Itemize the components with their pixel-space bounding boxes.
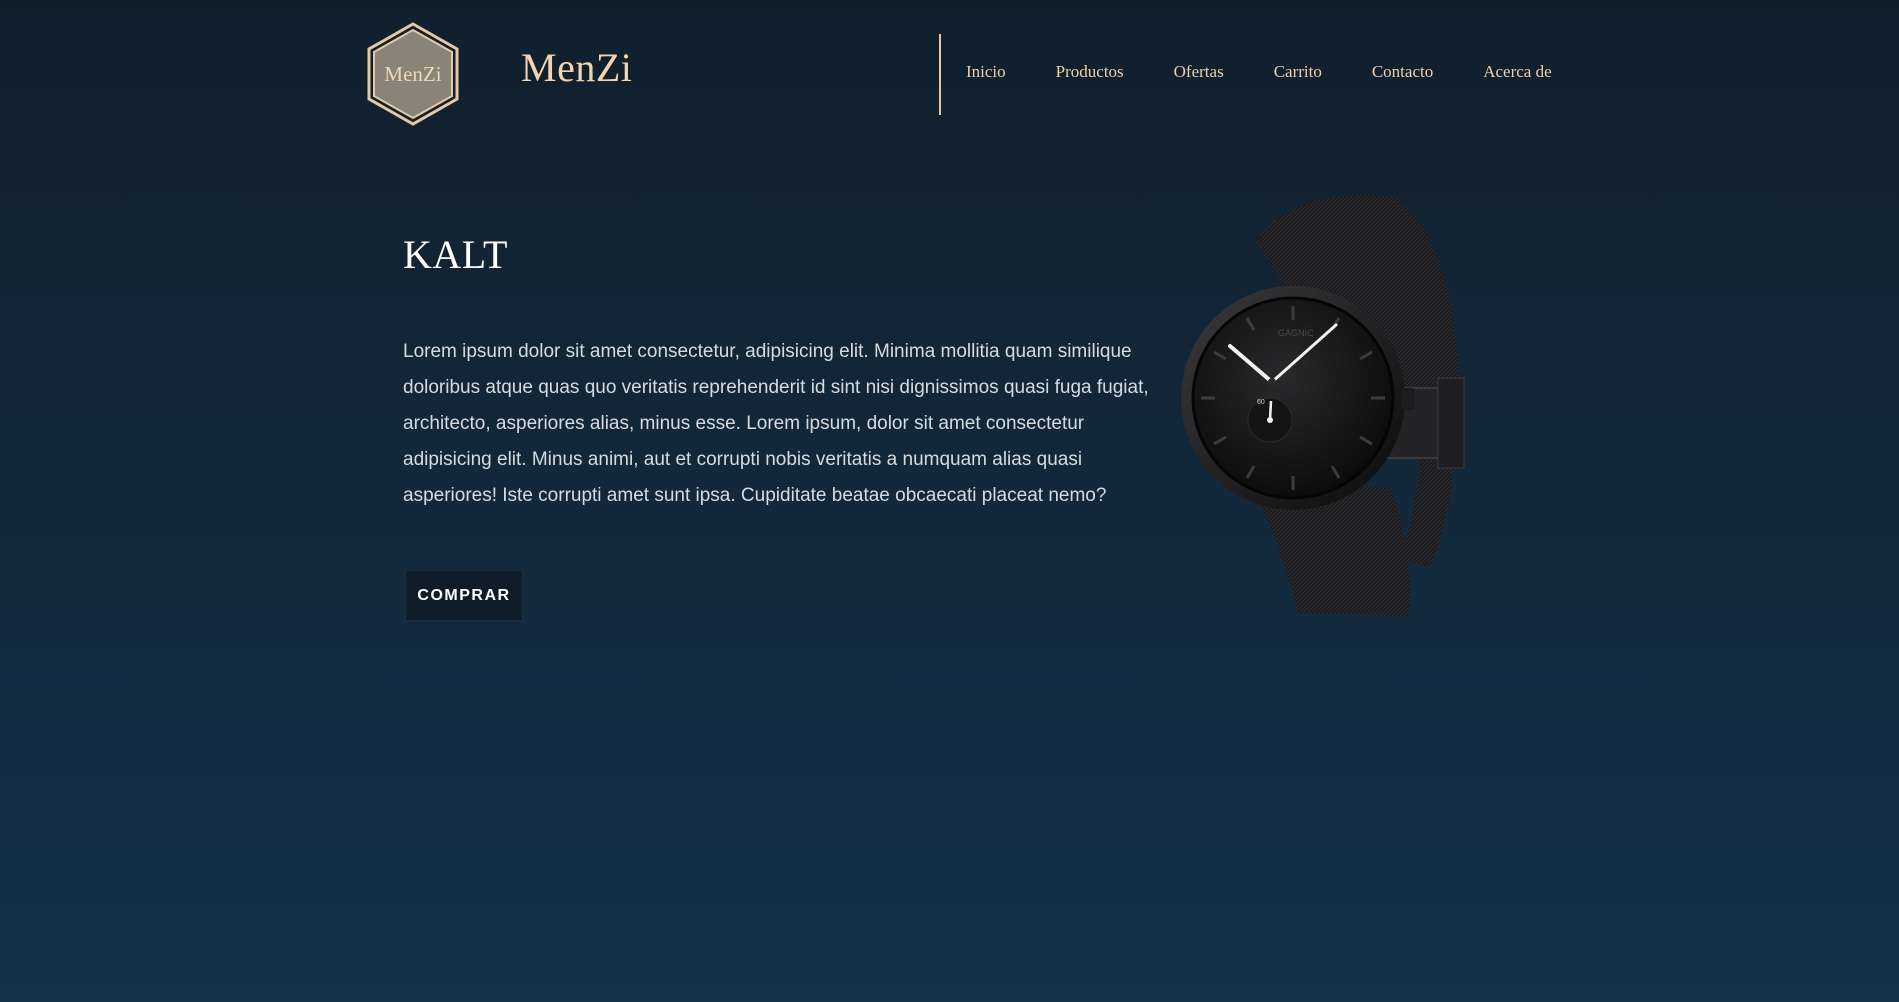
nav-item-acerca-de[interactable]: Acerca de — [1483, 62, 1551, 82]
watch-brand-text: GAGNIC — [1278, 328, 1314, 338]
subdial-label: 60 — [1257, 399, 1265, 406]
buy-button[interactable]: COMPRAR — [404, 569, 524, 622]
brand-name[interactable]: MenZi — [521, 44, 632, 91]
nav-item-productos[interactable]: Productos — [1056, 62, 1124, 82]
nav-item-carrito[interactable]: Carrito — [1274, 62, 1322, 82]
logo[interactable]: MenZi — [366, 22, 460, 126]
product-title: KALT — [403, 232, 508, 277]
nav-divider — [939, 34, 941, 115]
watch-illustration: GAGNIC 60 — [1181, 194, 1465, 616]
watch-image: GAGNIC 60 — [1168, 188, 1493, 618]
main-nav: Inicio Productos Ofertas Carrito Contact… — [966, 62, 1552, 82]
nav-item-ofertas[interactable]: Ofertas — [1174, 62, 1224, 82]
site-header: MenZi MenZi Inicio Productos Ofertas Car… — [0, 0, 1899, 140]
product-description: Lorem ipsum dolor sit amet consectetur, … — [403, 341, 1149, 506]
nav-item-inicio[interactable]: Inicio — [966, 62, 1006, 82]
nav-item-contacto[interactable]: Contacto — [1372, 62, 1433, 82]
logo-text: MenZi — [384, 61, 442, 86]
page: MenZi MenZi Inicio Productos Ofertas Car… — [0, 0, 1899, 1002]
